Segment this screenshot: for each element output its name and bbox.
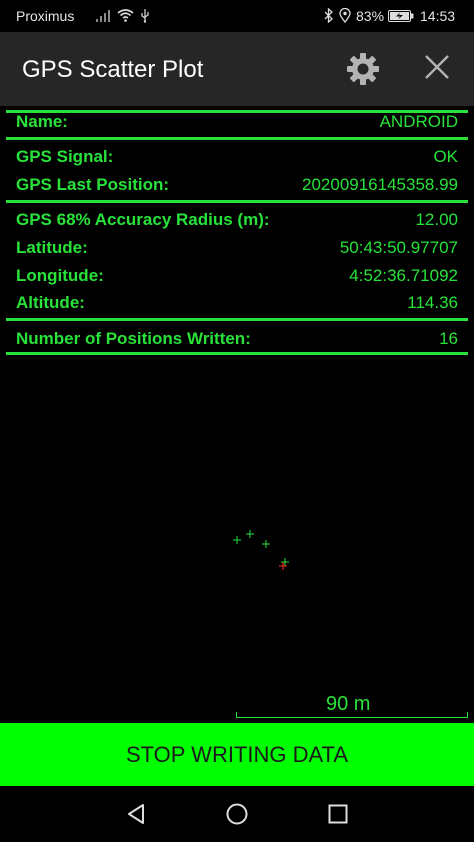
plot-point — [233, 536, 241, 544]
plot-point — [281, 558, 289, 566]
wifi-icon — [117, 9, 134, 22]
gps-last-position-value: 20200916145358.99 — [302, 175, 458, 194]
app-bar: GPS Scatter Plot — [0, 32, 474, 106]
scatter-plot-canvas — [233, 530, 289, 570]
info-row-name: Name: ANDROID — [16, 112, 458, 134]
altitude-value: 114.36 — [407, 293, 458, 312]
close-button[interactable] — [420, 50, 454, 86]
latitude-label: Latitude: — [16, 238, 88, 257]
gps-signal-label: GPS Signal: — [16, 147, 114, 166]
info-row-last-position: GPS Last Position: 20200916145358.99 — [16, 175, 458, 197]
stop-writing-data-button[interactable]: STOP WRITING DATA — [0, 723, 474, 786]
accuracy-value: 12.00 — [415, 210, 458, 229]
signal-icon — [96, 10, 110, 22]
battery-charging-icon — [388, 10, 414, 22]
altitude-label: Altitude: — [16, 293, 85, 312]
location-icon — [339, 8, 351, 23]
accuracy-label: GPS 68% Accuracy Radius (m): — [16, 210, 270, 229]
divider — [6, 318, 468, 321]
gps-signal-value: OK — [433, 147, 458, 166]
name-value: ANDROID — [379, 112, 458, 131]
info-row-altitude: Altitude: 114.36 — [16, 293, 458, 315]
plot-point — [246, 530, 254, 538]
info-row-accuracy: GPS 68% Accuracy Radius (m): 12.00 — [16, 210, 458, 232]
plot-point-current — [279, 562, 287, 570]
carrier-name: Proximus — [16, 8, 75, 24]
plot-point — [262, 540, 270, 548]
status-bar: Proximus 83% 14:53 — [0, 0, 474, 32]
gear-icon — [347, 53, 379, 85]
divider — [6, 200, 468, 203]
bluetooth-icon — [324, 8, 333, 23]
recents-icon[interactable] — [326, 802, 350, 826]
divider — [6, 137, 468, 140]
scale-bar — [236, 712, 468, 718]
navigation-bar — [0, 786, 474, 842]
name-label: Name: — [16, 112, 68, 131]
divider — [6, 352, 468, 355]
home-icon[interactable] — [225, 802, 249, 826]
gps-last-position-label: GPS Last Position: — [16, 175, 170, 194]
page-title: GPS Scatter Plot — [22, 56, 204, 83]
info-row-longitude: Longitude: 4:52:36.71092 — [16, 266, 458, 288]
battery-percent: 83% — [356, 8, 385, 24]
info-row-latitude: Latitude: 50:43:50.97707 — [16, 238, 458, 260]
clock: 14:53 — [420, 8, 456, 24]
close-icon — [425, 55, 449, 79]
back-icon[interactable] — [124, 802, 148, 826]
longitude-label: Longitude: — [16, 266, 104, 285]
usb-icon — [141, 9, 149, 23]
settings-button[interactable] — [344, 50, 382, 88]
info-row-signal: GPS Signal: OK — [16, 147, 458, 169]
scatter-plot[interactable] — [0, 360, 474, 722]
info-row-positions-written: Number of Positions Written: 16 — [16, 329, 458, 351]
longitude-value: 4:52:36.71092 — [349, 266, 458, 285]
positions-written-label: Number of Positions Written: — [16, 329, 251, 348]
positions-written-value: 16 — [439, 329, 458, 348]
latitude-value: 50:43:50.97707 — [339, 238, 458, 257]
